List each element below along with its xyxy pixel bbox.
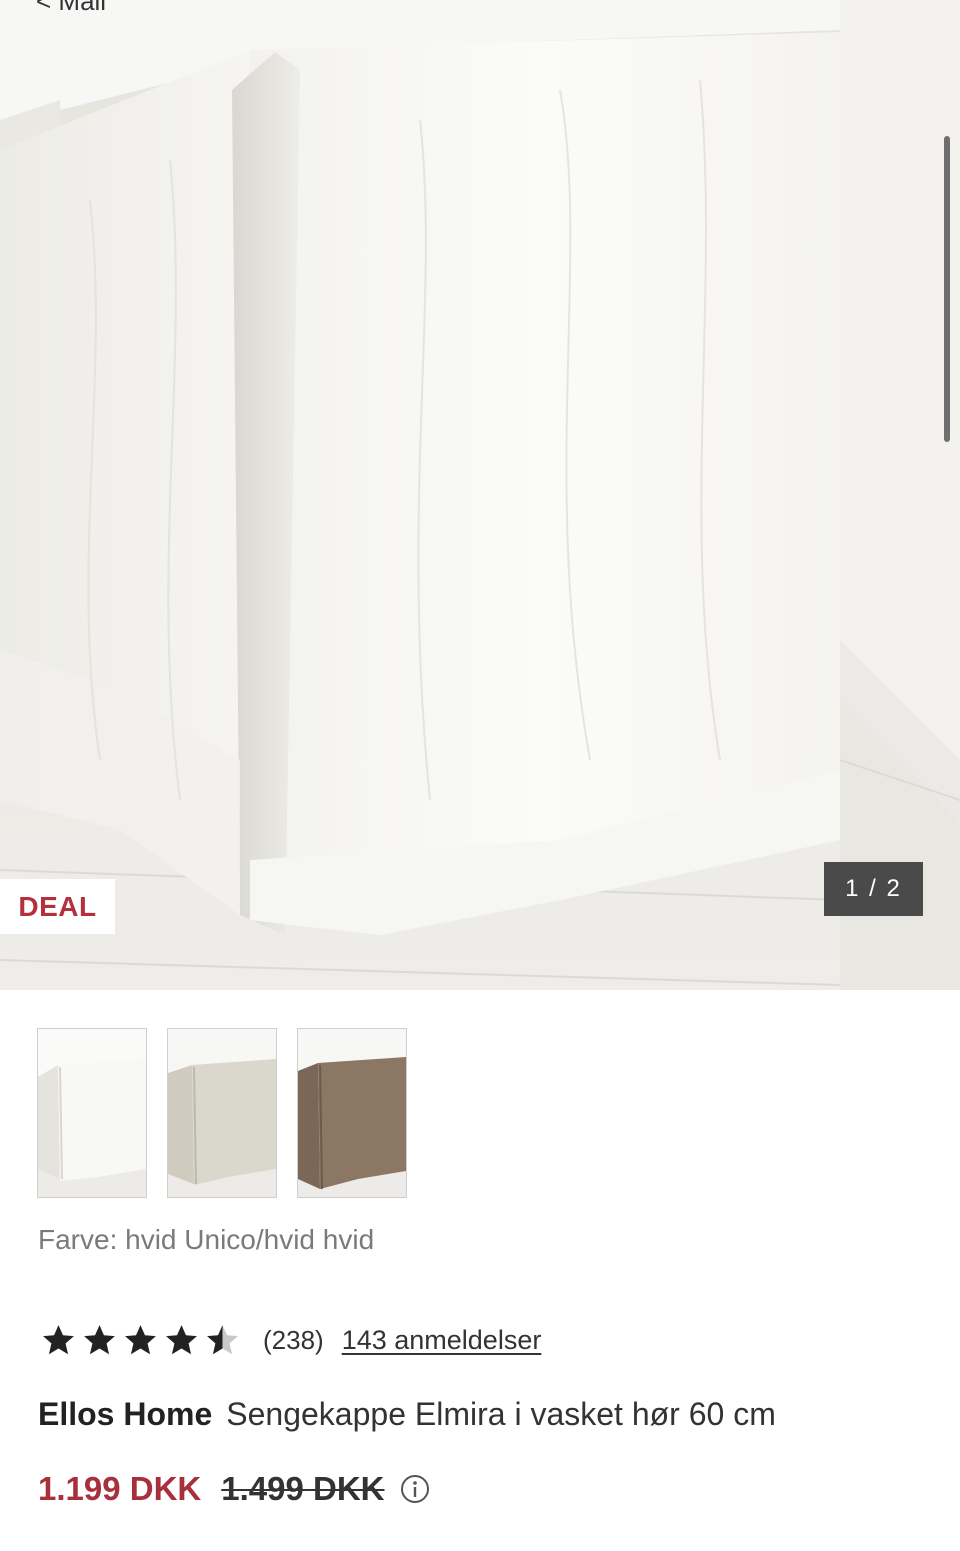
product-image-gallery[interactable]: < Mail DEAL 1 / 2 bbox=[0, 0, 960, 990]
star-half-icon bbox=[207, 1325, 238, 1355]
star-rating bbox=[40, 1322, 241, 1359]
back-to-mail-link[interactable]: < Mail bbox=[36, 0, 106, 17]
variant-thumbnail-brown[interactable] bbox=[297, 1028, 407, 1198]
variant-thumbnail-white[interactable] bbox=[37, 1028, 147, 1198]
current-price: 1.199 DKK bbox=[38, 1470, 202, 1507]
product-image-main[interactable] bbox=[0, 0, 840, 990]
info-icon[interactable] bbox=[399, 1473, 431, 1505]
bed-skirt-photo bbox=[0, 0, 840, 990]
product-image-next[interactable] bbox=[840, 0, 960, 990]
bed-skirt-photo-next bbox=[840, 0, 960, 990]
image-counter: 1 / 2 bbox=[824, 862, 923, 916]
product-title: Ellos Home Sengekappe Elmira i vasket hør… bbox=[38, 1396, 776, 1433]
rating-count: (238) bbox=[263, 1325, 324, 1355]
variant-brown-image bbox=[298, 1029, 406, 1197]
variant-white-image bbox=[38, 1029, 146, 1197]
variant-thumbnail-sand[interactable] bbox=[167, 1028, 277, 1198]
scrollbar-thumb[interactable] bbox=[944, 136, 950, 442]
reviews-link[interactable]: 143 anmeldelser bbox=[342, 1325, 542, 1356]
star-icon bbox=[166, 1325, 197, 1355]
price-block: 1.199 DKK 1.499 DKK bbox=[38, 1470, 431, 1508]
deal-badge: DEAL bbox=[0, 879, 115, 934]
rating-summary: (238) 143 anmeldelser bbox=[40, 1322, 541, 1359]
selected-color-label: Farve: hvid Unico/hvid hvid bbox=[38, 1224, 375, 1255]
star-icon bbox=[84, 1325, 115, 1355]
original-price: 1.499 DKK bbox=[221, 1470, 385, 1507]
brand-name[interactable]: Ellos Home bbox=[38, 1396, 212, 1432]
star-icon bbox=[43, 1325, 74, 1355]
product-name: Sengekappe Elmira i vasket hør 60 cm bbox=[226, 1396, 776, 1432]
color-variant-thumbnails bbox=[37, 1028, 407, 1198]
star-icon bbox=[125, 1325, 156, 1355]
variant-sand-image bbox=[168, 1029, 276, 1197]
